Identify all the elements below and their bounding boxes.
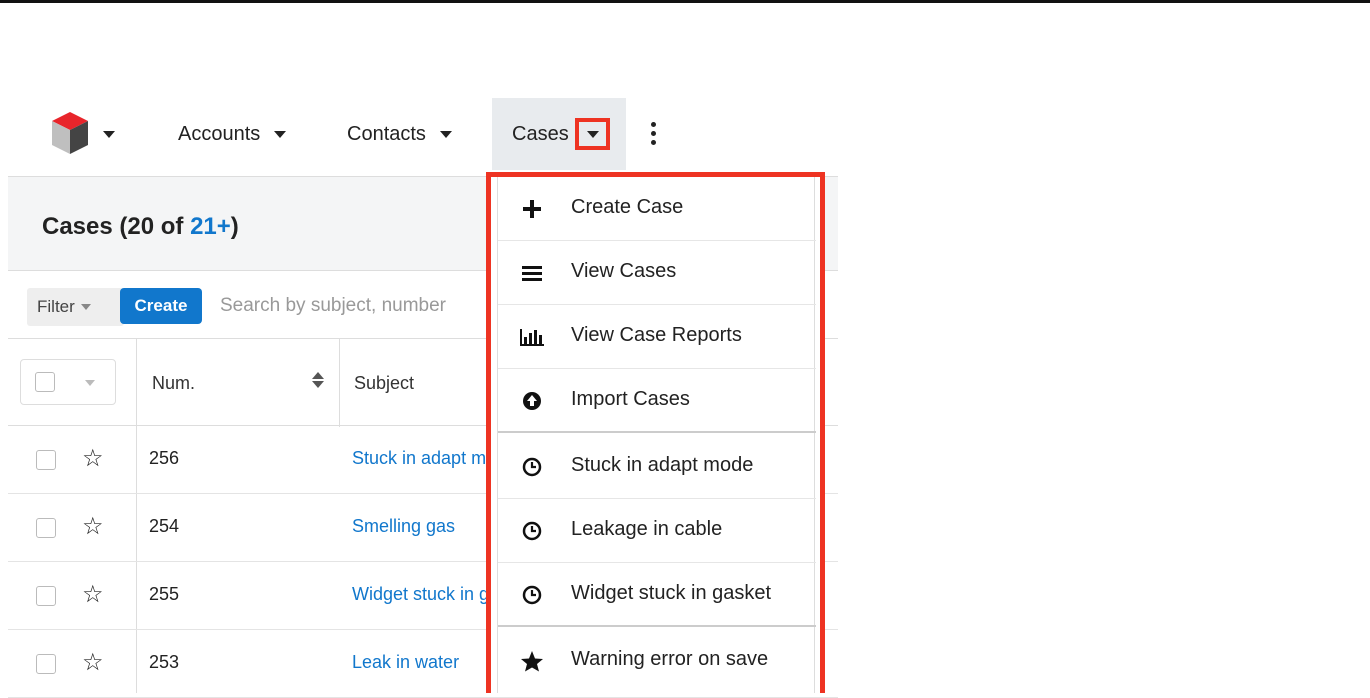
list-icon (520, 261, 544, 285)
bar-chart-icon (520, 325, 544, 349)
chevron-down-icon[interactable] (85, 380, 95, 386)
case-subject-link[interactable]: Widget stuck in gasket (352, 584, 490, 605)
case-number: 255 (149, 584, 180, 604)
logo-cube-icon[interactable] (50, 110, 90, 156)
tab-contacts-label: Contacts (347, 122, 426, 145)
column-header-subject[interactable]: Subject (354, 373, 414, 394)
filter-button[interactable]: Filter (27, 288, 124, 326)
cases-dropdown-menu: Create Case View Cases View Case Reports… (497, 177, 816, 693)
case-subject-link[interactable]: Leak in water (352, 652, 490, 673)
create-filter-button[interactable]: Create (120, 288, 202, 324)
page-title: Cases (20 of 21+) (42, 213, 239, 240)
sort-icon[interactable] (312, 372, 324, 390)
clock-icon (520, 519, 544, 543)
cases-dropdown-highlight: Create Case View Cases View Case Reports… (486, 172, 825, 693)
favorite-star-icon[interactable]: ☆ (82, 648, 104, 677)
menu-item-recent-case[interactable]: Stuck in adapt mode (498, 435, 816, 499)
tab-accounts-label: Accounts (178, 122, 261, 145)
row-checkbox[interactable] (36, 586, 56, 606)
menu-item-import-cases[interactable]: Import Cases (498, 369, 816, 433)
logo-chevron-down-icon[interactable] (103, 131, 115, 138)
row-checkbox[interactable] (36, 654, 56, 674)
clock-icon (520, 455, 544, 479)
column-divider (136, 339, 137, 427)
more-vertical-icon[interactable] (651, 122, 657, 146)
chevron-down-icon[interactable] (586, 130, 599, 138)
tab-accounts[interactable]: Accounts (178, 98, 287, 170)
upload-icon (520, 389, 544, 413)
menu-item-recent-case[interactable]: Leakage in cable (498, 499, 816, 563)
menu-item-recent-case[interactable]: Widget stuck in gasket (498, 563, 816, 627)
plus-icon (520, 197, 544, 221)
menu-item-view-case-reports[interactable]: View Case Reports (498, 305, 816, 369)
mass-select-control[interactable] (20, 359, 116, 405)
favorite-star-icon[interactable]: ☆ (82, 512, 104, 541)
column-divider (339, 339, 340, 427)
chevron-down-icon[interactable] (439, 130, 452, 138)
column-header-num[interactable]: Num. (152, 373, 195, 394)
more-records-link[interactable]: 21+ (190, 213, 231, 240)
tab-cases-label: Cases (512, 122, 569, 145)
menu-item-view-cases[interactable]: View Cases (498, 241, 816, 305)
tab-contacts[interactable]: Contacts (347, 98, 452, 170)
chevron-down-icon (80, 304, 91, 310)
favorite-star-icon[interactable]: ☆ (82, 444, 104, 473)
top-border (0, 0, 1370, 3)
case-number: 254 (149, 516, 180, 536)
row-checkbox[interactable] (36, 518, 56, 538)
menu-item-create-case[interactable]: Create Case (498, 177, 816, 241)
favorite-star-icon[interactable]: ☆ (82, 580, 104, 609)
select-all-checkbox[interactable] (35, 372, 55, 392)
module-nav-bar: Accounts Contacts Cases (0, 98, 1370, 170)
search-input[interactable] (220, 288, 490, 324)
star-icon (520, 649, 544, 673)
clock-icon (520, 583, 544, 607)
case-subject-link[interactable]: Smelling gas (352, 516, 490, 537)
cases-menu-toggle[interactable] (575, 118, 610, 150)
row-checkbox[interactable] (36, 450, 56, 470)
case-number: 253 (149, 652, 180, 672)
chevron-down-icon[interactable] (274, 130, 287, 138)
menu-item-favorite-case[interactable]: Warning error on save (498, 629, 816, 693)
case-subject-link[interactable]: Stuck in adapt mode (352, 448, 490, 469)
case-number: 256 (149, 448, 180, 468)
